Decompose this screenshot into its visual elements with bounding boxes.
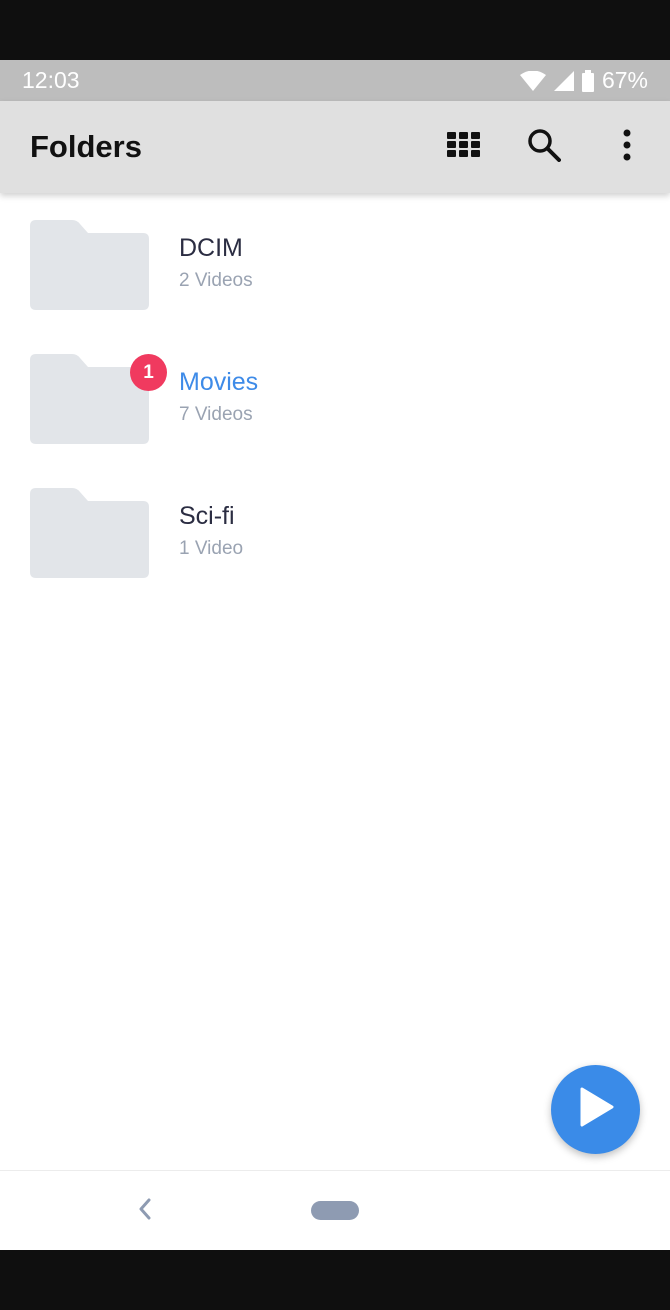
folder-text: Sci-fi 1 Video [179,488,243,560]
app-screen: 12:03 67% Folders DCIM 2 Videos 1 Movies… [0,60,670,1250]
folder-video-count: 2 Videos [179,270,253,291]
grid-view-icon [447,131,481,163]
page-title: Folders [30,129,142,164]
home-pill-icon[interactable] [311,1201,359,1220]
back-chevron-icon [138,1198,152,1225]
more-vert-icon [622,129,632,166]
folder-text: DCIM 2 Videos [179,220,253,292]
search-button[interactable] [504,107,584,187]
battery-percent: 67% [601,67,648,93]
folder-icon [30,488,149,578]
folder-icon [30,220,149,310]
folder-name: Sci-fi [179,502,235,530]
grid-view-button[interactable] [424,107,504,187]
play-icon [578,1087,614,1132]
new-count-badge: 1 [130,354,167,391]
status-time: 12:03 [22,67,80,93]
back-button[interactable] [130,1193,160,1229]
wifi-icon [519,70,546,91]
app-bar: Folders [0,101,670,193]
folder-item-movies[interactable]: 1 Movies 7 Videos [0,354,670,488]
more-options-button[interactable] [584,107,670,187]
folder-thumbnail: 1 [30,354,167,444]
navigation-bar [0,1170,670,1250]
folder-list: DCIM 2 Videos 1 Movies 7 Videos Sci-fi 1… [0,220,670,622]
search-icon [527,128,561,167]
folder-name: Movies [179,368,259,396]
folder-video-count: 1 Video [179,538,244,559]
folder-thumbnail [30,488,149,578]
battery-icon [581,69,594,92]
play-fab-button[interactable] [551,1065,640,1154]
status-icons: 67% [519,67,648,94]
cell-signal-icon [553,70,574,91]
folder-item-dcim[interactable]: DCIM 2 Videos [0,220,670,354]
folder-text: Movies 7 Videos [179,354,258,426]
folder-item-sci-fi[interactable]: Sci-fi 1 Video [0,488,670,622]
folder-video-count: 7 Videos [179,404,253,425]
folder-thumbnail [30,220,149,310]
status-bar: 12:03 67% [0,60,670,101]
folder-name: DCIM [179,234,243,262]
app-bar-actions [424,107,670,187]
